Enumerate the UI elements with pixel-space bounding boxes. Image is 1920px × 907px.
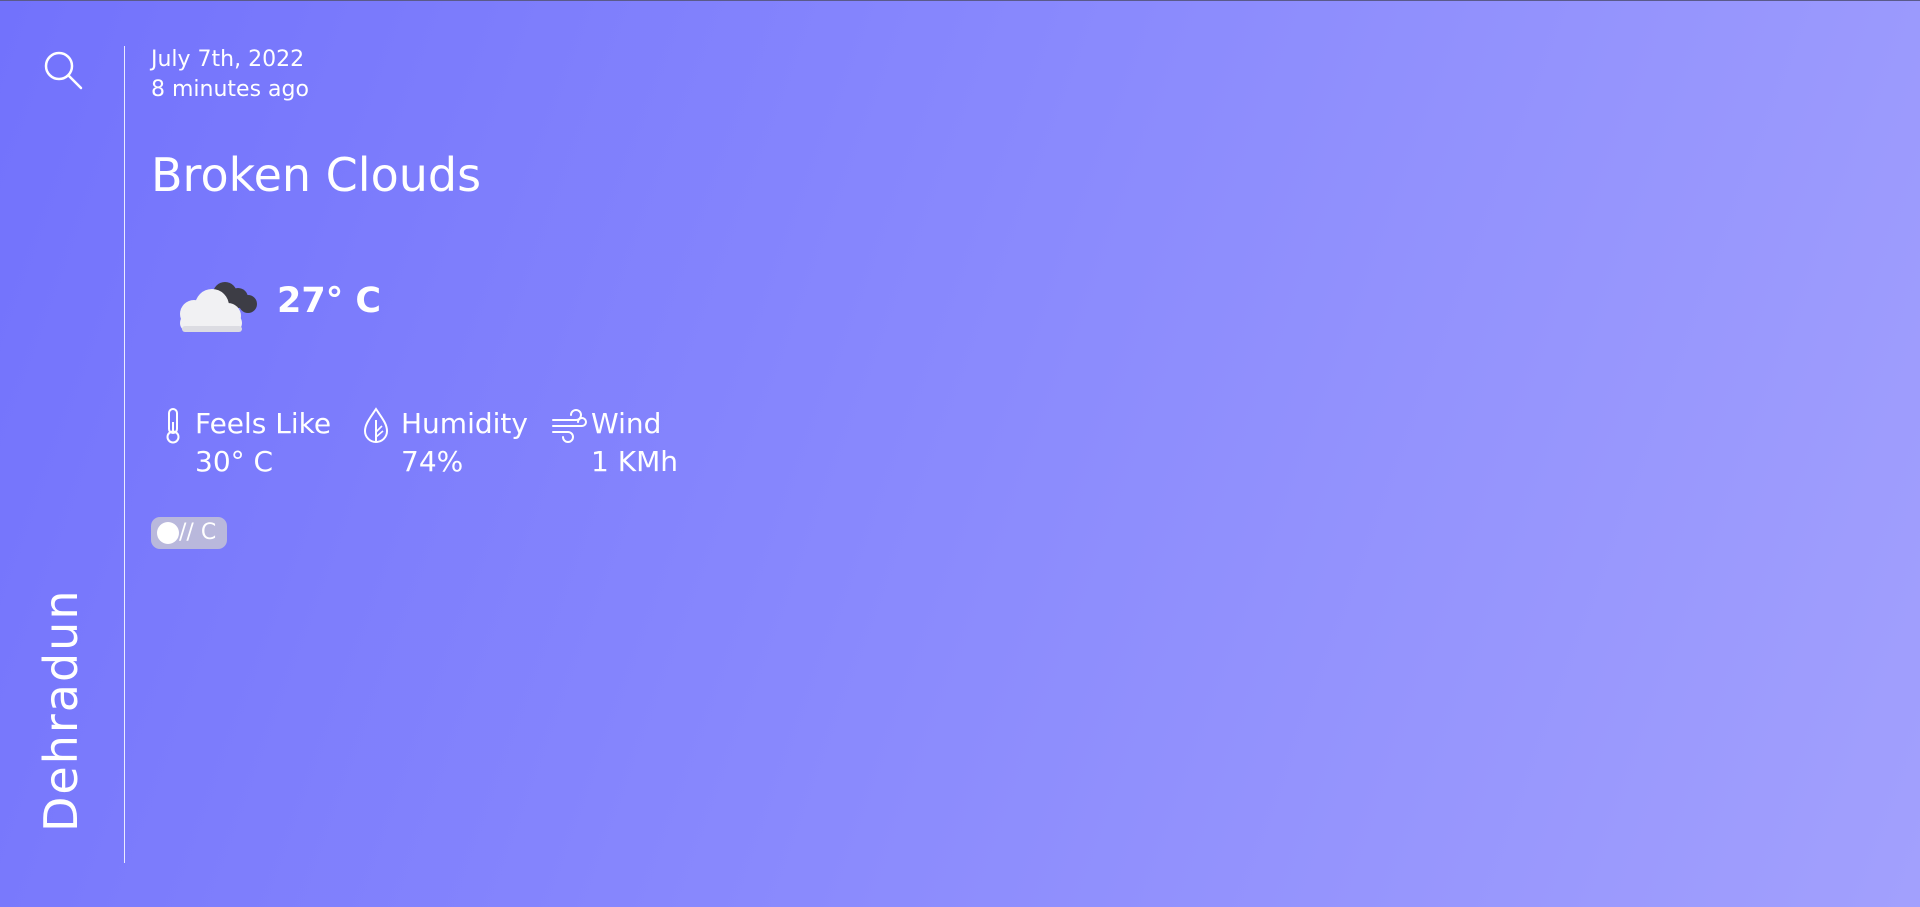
thermometer-icon (166, 408, 180, 444)
weather-date: July 7th, 2022 (151, 47, 305, 72)
broken-clouds-icon (180, 282, 257, 332)
sidebar: Dehradun (0, 0, 124, 907)
search-icon[interactable] (40, 47, 84, 91)
stat-value: 74% (401, 445, 464, 478)
stat-label: Feels Like (195, 407, 332, 440)
city-name: Dehradun (34, 588, 88, 832)
stat-value: 1 KMh (591, 445, 678, 478)
current-temperature: 27° C (277, 281, 382, 321)
stat-label: Wind (591, 407, 662, 440)
weather-condition: Broken Clouds (151, 148, 482, 202)
unit-toggle[interactable]: // C (151, 517, 227, 549)
sidebar-divider (124, 46, 125, 863)
stat-value: 30° C (195, 445, 274, 478)
top-border (0, 0, 1920, 1)
wind-icon (552, 409, 587, 443)
droplet-leaf-icon (363, 407, 389, 443)
last-updated: 8 minutes ago (151, 77, 309, 102)
toggle-knob[interactable] (157, 522, 179, 544)
unit-toggle-label: // C (179, 520, 217, 545)
search-button[interactable] (40, 47, 84, 91)
stat-label: Humidity (401, 407, 528, 440)
